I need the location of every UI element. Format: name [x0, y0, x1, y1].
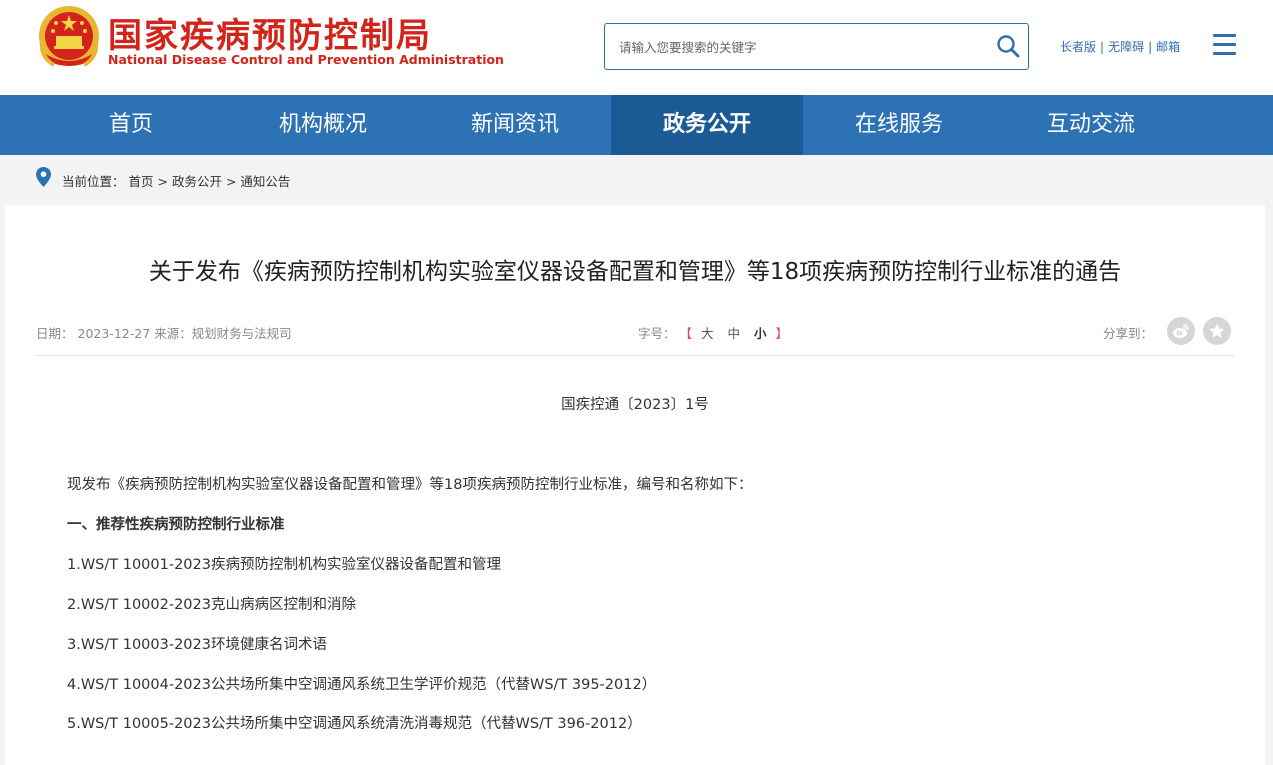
font-size-large[interactable]: 大 — [701, 326, 714, 341]
section-heading: 一、推荐性疾病预防控制行业标准 — [67, 517, 285, 533]
article-meta: 日期： 2023-12-27 来源：规划财务与法规司 — [36, 323, 292, 342]
standard-item: 2.WS/T 10002-2023克山病病区控制和消除 — [67, 597, 356, 613]
meta-divider — [36, 355, 1234, 356]
nav-item-news[interactable]: 新闻资讯 — [419, 95, 611, 155]
font-size-small[interactable]: 小 — [754, 326, 767, 341]
nav-item-about[interactable]: 机构概况 — [227, 95, 419, 155]
font-size-switcher: 字号： 【 大 中 小 】 — [638, 323, 788, 342]
elder-mode-link[interactable]: 长者版 — [1060, 40, 1096, 54]
font-size-medium[interactable]: 中 — [728, 326, 741, 341]
document-number: 国疾控通〔2023〕1号 — [561, 397, 709, 413]
breadcrumb-label: 当前位置： — [62, 174, 125, 189]
date-label: 日期： — [36, 326, 74, 341]
breadcrumb-separator: > — [157, 174, 172, 189]
hamburger-menu-icon[interactable] — [1213, 34, 1236, 56]
standard-item: 1.WS/T 10001-2023疾病预防控制机构实验室仪器设备配置和管理 — [67, 557, 501, 573]
favorite-share-icon[interactable] — [1203, 317, 1231, 345]
star-icon — [1209, 323, 1225, 338]
article-source: 规划财务与法规司 — [191, 326, 292, 341]
weibo-share-icon[interactable] — [1167, 317, 1195, 345]
font-size-label: 字号： — [638, 326, 676, 341]
intro-paragraph: 现发布《疾病预防控制机构实验室仪器设备配置和管理》等18项疾病预防控制行业标准，… — [67, 477, 753, 493]
breadcrumb-separator: > — [225, 174, 241, 189]
breadcrumb-gov-affairs[interactable]: 政务公开 — [172, 174, 222, 189]
article-card: 关于发布《疾病预防控制机构实验室仪器设备配置和管理》等18项疾病预防控制行业标准… — [5, 205, 1265, 765]
bracket-close: 】 — [775, 326, 789, 341]
national-emblem-icon[interactable] — [36, 3, 102, 73]
main-nav: 首页 机构概况 新闻资讯 政务公开 在线服务 互动交流 — [0, 95, 1273, 155]
breadcrumb-notices[interactable]: 通知公告 — [240, 174, 290, 189]
site-header: 国家疾病预防控制局 National Disease Control and P… — [0, 0, 1273, 95]
location-pin-icon — [36, 167, 51, 187]
nav-item-gov-affairs[interactable]: 政务公开 — [611, 95, 803, 155]
standard-item: 3.WS/T 10003-2023环境健康名词术语 — [67, 637, 327, 653]
standard-item: 4.WS/T 10004-2023公共场所集中空调通风系统卫生学评价规范（代替W… — [67, 677, 657, 693]
bracket-open: 【 — [679, 326, 693, 341]
menu-bar — [1213, 52, 1236, 55]
mailbox-link[interactable]: 邮箱 — [1156, 40, 1180, 54]
search-icon[interactable] — [994, 32, 1022, 60]
article-date: 2023-12-27 — [77, 326, 151, 341]
site-title-cn: 国家疾病预防控制局 — [108, 16, 432, 56]
menu-bar — [1213, 34, 1236, 37]
top-links: 长者版 | 无障碍 | 邮箱 — [1060, 38, 1180, 55]
link-separator: | — [1148, 40, 1153, 54]
search-input[interactable] — [619, 36, 979, 58]
source-label: 来源： — [154, 326, 192, 341]
standard-item: 5.WS/T 10005-2023公共场所集中空调通风系统清洗消毒规范（代替WS… — [67, 716, 642, 732]
nav-item-home[interactable]: 首页 — [35, 95, 227, 155]
accessibility-link[interactable]: 无障碍 — [1108, 40, 1144, 54]
menu-bar — [1213, 43, 1236, 46]
nav-item-online-services[interactable]: 在线服务 — [803, 95, 995, 155]
weibo-icon — [1173, 324, 1189, 338]
share-label: 分享到： — [1103, 326, 1154, 341]
site-title-en: National Disease Control and Prevention … — [108, 52, 504, 67]
nav-item-interaction[interactable]: 互动交流 — [995, 95, 1187, 155]
article-title: 关于发布《疾病预防控制机构实验室仪器设备配置和管理》等18项疾病预防控制行业标准… — [148, 259, 1122, 285]
search-box — [604, 23, 1029, 70]
breadcrumb-home[interactable]: 首页 — [129, 174, 154, 189]
link-separator: | — [1100, 40, 1105, 54]
